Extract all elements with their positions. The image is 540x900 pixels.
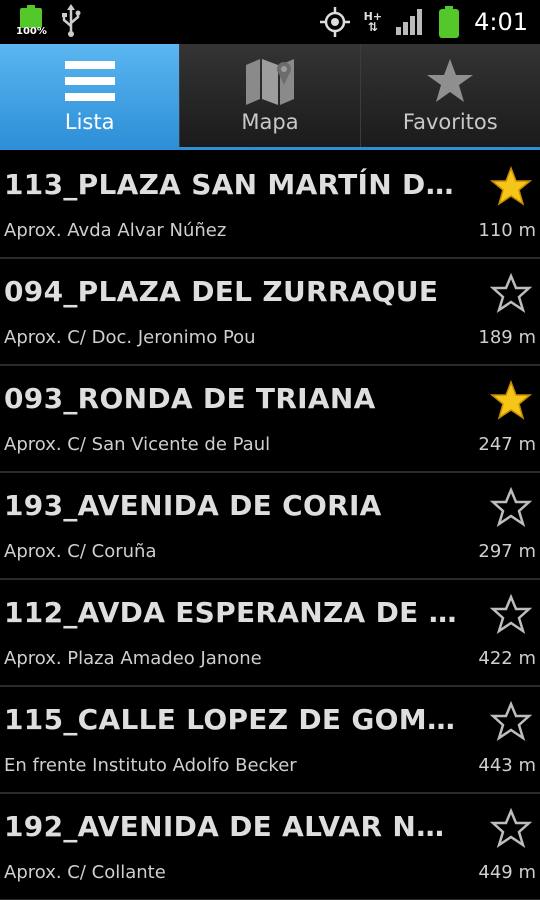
stop-name: 192_AVENIDA DE ALVAR NUÑEZ [4,810,464,843]
tab-favoritos-label: Favoritos [402,110,498,134]
favorite-star-outline-icon[interactable] [490,487,532,529]
list-item[interactable]: 093_RONDA DE TRIANA Aprox. C/ San Vicent… [0,366,540,473]
stop-name: 094_PLAZA DEL ZURRAQUE [4,275,439,308]
gps-icon [319,7,350,37]
stop-name: 112_AVDA ESPERANZA DE TRIANA [4,596,464,629]
stop-distance: 247 m [478,434,536,455]
stop-name: 113_PLAZA SAN MARTÍN DE PORRES [4,168,464,201]
signal-icon [396,9,423,35]
tab-mapa[interactable]: Mapa [179,44,359,147]
list-item[interactable]: 094_PLAZA DEL ZURRAQUE Aprox. C/ Doc. Je… [0,259,540,366]
stop-address: Aprox. C/ Doc. Jeronimo Pou [4,327,256,348]
stop-name: 093_RONDA DE TRIANA [4,382,376,415]
list-item[interactable]: 115_CALLE LOPEZ DE GOMARA En frente Inst… [0,687,540,794]
star-icon [427,59,474,102]
stop-address: Aprox. Avda Alvar Núñez [4,220,227,241]
list-item[interactable]: 113_PLAZA SAN MARTÍN DE PORRES Aprox. Av… [0,152,540,259]
tab-lista-label: Lista [64,110,115,134]
tab-favoritos[interactable]: Favoritos [359,44,540,147]
list-item[interactable]: 192_AVENIDA DE ALVAR NUÑEZ Aprox. C/ Col… [0,794,540,900]
list-icon [64,61,115,101]
clock: 4:01 [474,8,528,36]
stop-name: 193_AVENIDA DE CORIA [4,489,382,522]
stop-address: Aprox. Plaza Amadeo Janone [4,648,262,669]
list-item[interactable]: 193_AVENIDA DE CORIA Aprox. C/ Coruña 29… [0,473,540,580]
battery-full-icon: 100% [16,4,47,40]
battery-icon [439,6,460,38]
favorite-star-outline-icon[interactable] [490,701,532,743]
stop-distance: 189 m [478,327,536,348]
favorite-star-filled-icon[interactable] [490,166,532,208]
favorite-star-outline-icon[interactable] [490,273,532,315]
network-type-icon: H+ ⇅ [363,10,383,34]
usb-icon [62,4,81,37]
tab-bar: Lista Mapa Favoritos [0,44,540,150]
stop-address: Aprox. C/ Collante [4,862,166,883]
stop-address: Aprox. C/ San Vicente de Paul [4,434,271,455]
stop-distance: 422 m [478,648,536,669]
list-item[interactable]: 112_AVDA ESPERANZA DE TRIANA Aprox. Plaz… [0,580,540,687]
stop-address: En frente Instituto Adolfo Becker [4,755,297,776]
stop-name: 115_CALLE LOPEZ DE GOMARA [4,703,464,736]
stop-distance: 449 m [478,862,536,883]
stop-distance: 443 m [478,755,536,776]
map-icon [245,59,294,105]
stop-list: 113_PLAZA SAN MARTÍN DE PORRES Aprox. Av… [0,152,540,900]
favorite-star-filled-icon[interactable] [490,380,532,422]
stop-address: Aprox. C/ Coruña [4,541,157,562]
favorite-star-outline-icon[interactable] [490,808,532,850]
stop-distance: 110 m [478,220,536,241]
favorite-star-outline-icon[interactable] [490,594,532,636]
status-bar: 100% H+ ⇅ 4:01 [0,0,540,44]
tab-mapa-label: Mapa [241,110,299,134]
stop-distance: 297 m [478,541,536,562]
tab-lista[interactable]: Lista [0,44,180,147]
battery-percent: 100% [16,26,47,37]
